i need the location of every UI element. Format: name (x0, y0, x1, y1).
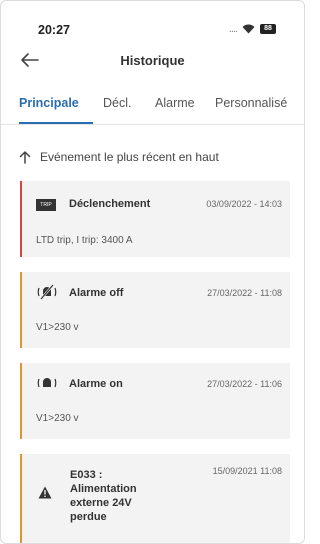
tab-decl[interactable]: Décl. (103, 96, 131, 110)
event-title: Alarme off (69, 287, 124, 299)
arrow-up-icon (19, 151, 31, 164)
event-date: 03/09/2022 - 14:03 (206, 199, 282, 209)
alarm-on-icon (37, 378, 57, 388)
event-card[interactable]: TRIP Déclenchement 03/09/2022 - 14:03 LT… (20, 181, 290, 257)
event-date: 15/09/2021 11:08 (212, 466, 282, 476)
event-title: E033 : Alimentation externe 24V perdue (70, 469, 137, 523)
sort-order-label: Evénement le plus récent en haut (40, 150, 219, 164)
header: Historique (1, 41, 304, 79)
event-detail: V1>230 v (36, 322, 79, 333)
page-title: Historique (120, 53, 185, 68)
active-tab-indicator (19, 122, 93, 124)
event-card[interactable]: E033 : Alimentation externe 24V perdue 1… (20, 454, 290, 543)
trip-icon: TRIP (36, 199, 56, 211)
battery-icon: 88 (260, 24, 276, 34)
tab-personnalise[interactable]: Personnalisé (215, 96, 287, 110)
status-bar: 20:27 .... 88 (1, 1, 304, 41)
tab-principale[interactable]: Principale (19, 96, 79, 110)
status-time: 20:27 (38, 23, 70, 37)
sort-order-toggle[interactable]: Evénement le plus récent en haut (19, 147, 289, 167)
event-date: 27/03/2022 - 11:08 (207, 288, 282, 298)
status-icons: .... 88 (229, 23, 276, 35)
event-detail: LTD trip, I trip: 3400 A (36, 235, 133, 246)
event-date: 27/03/2022 - 11:06 (207, 379, 282, 389)
tab-bar: Principale Décl. Alarme Personnalisé (1, 89, 304, 125)
screen: 20:27 .... 88 Historique Principale Décl… (0, 0, 305, 544)
event-title: Alarme on (69, 378, 123, 390)
tab-alarme[interactable]: Alarme (155, 96, 195, 110)
event-title: Déclenchement (69, 198, 151, 210)
wifi-icon (242, 24, 255, 34)
alarm-off-icon (37, 284, 57, 300)
event-card[interactable]: Alarme off 27/03/2022 - 11:08 V1>230 v (20, 272, 290, 348)
warning-icon (38, 486, 52, 499)
event-detail: V1>230 v (36, 413, 79, 424)
signal-dots-icon: .... (228, 23, 238, 35)
event-card[interactable]: Alarme on 27/03/2022 - 11:06 V1>230 v (20, 363, 290, 439)
